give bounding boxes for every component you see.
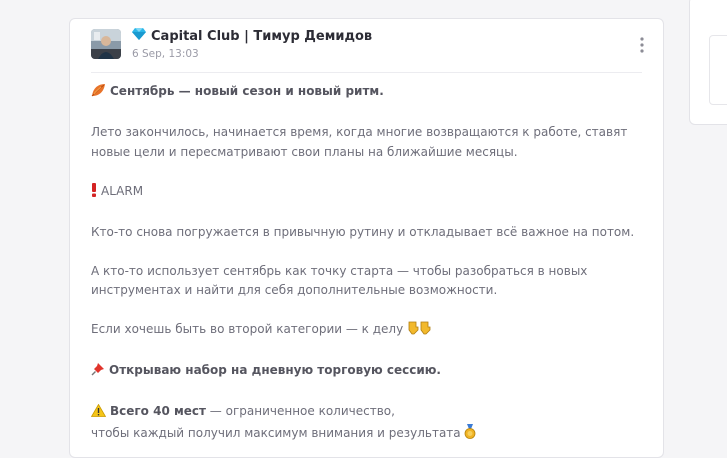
more-options-icon[interactable]: [636, 36, 648, 54]
avatar[interactable]: [91, 29, 121, 59]
leaf-icon: [91, 83, 106, 104]
header-divider: [91, 72, 642, 73]
post-paragraph: Открываю набор на дневную торговую сесси…: [91, 361, 651, 383]
channel-header[interactable]: Capital Club | Тимур Демидов: [132, 28, 372, 44]
post-paragraph: Сентябрь — новый сезон и новый ритм.: [91, 82, 651, 104]
medal-icon: [464, 423, 476, 446]
channel-name[interactable]: Capital Club | Тимур Демидов: [151, 29, 372, 44]
post-paragraph: Лето закончилось, начинается время, когд…: [91, 125, 628, 159]
diamond-icon: [132, 28, 146, 44]
post-paragraph: ALARM: [91, 182, 651, 204]
post-card: Capital Club | Тимур Демидов 6 Sep, 13:0…: [69, 18, 664, 458]
post-body: Сентябрь — новый сезон и новый ритм. Лет…: [90, 82, 651, 457]
post-timestamp: 6 Sep, 13:03: [132, 48, 199, 60]
post-paragraph: А кто-то использует сентябрь как точку с…: [91, 263, 588, 298]
post-paragraph: Всего 40 мест — ограниченное количество,…: [90, 402, 651, 446]
side-panel-inner: [709, 35, 727, 105]
pointing-down-icon: [419, 321, 431, 342]
highlight-text: Всего 40 мест: [110, 404, 206, 418]
pushpin-icon: [91, 362, 105, 383]
post-paragraph: Кто-то снова погружается в привычную рут…: [91, 224, 635, 239]
exclamation-icon: [91, 182, 97, 204]
pointing-down-icon: [407, 321, 419, 342]
post-paragraph: Если хочешь быть во второй категории — к…: [91, 320, 651, 342]
warning-icon: [90, 403, 107, 424]
